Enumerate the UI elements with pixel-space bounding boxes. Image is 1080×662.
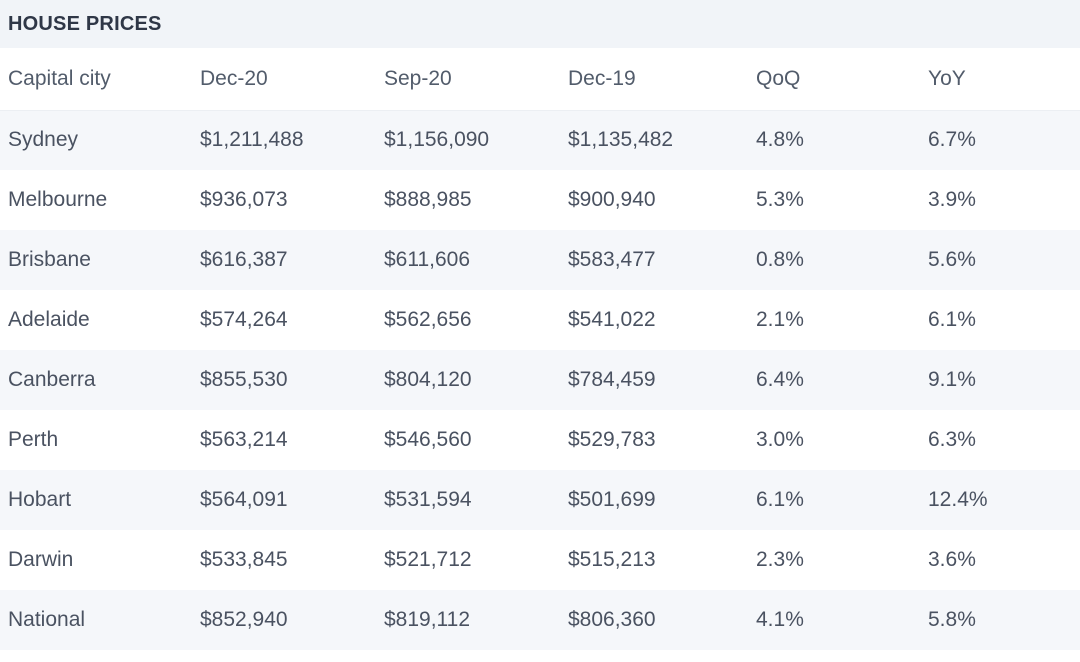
cell-dec20: $1,211,488 bbox=[200, 128, 304, 152]
cell-sep20: $546,560 bbox=[384, 428, 472, 451]
table-header-row: Capital city Dec-20 Sep-20 Dec-19 QoQ Yo… bbox=[0, 48, 1080, 111]
cell-dec20: $574,264 bbox=[200, 308, 288, 331]
table-row: Canberra $855,530 $804,120 $784,459 6.4% 9.1% bbox=[0, 350, 1080, 410]
cell-sep20: $521,712 bbox=[384, 548, 472, 571]
cell-dec19: $784,459 bbox=[568, 368, 656, 391]
cell-dec19: $806,360 bbox=[568, 608, 656, 631]
cell-qoq: 2.1% bbox=[756, 308, 804, 331]
house-prices-table: Capital city Dec-20 Sep-20 Dec-19 QoQ Yo… bbox=[0, 48, 1080, 650]
cell-dec19: $541,022 bbox=[568, 308, 656, 331]
cell-dec19: $529,783 bbox=[568, 428, 656, 451]
column-header-dec19[interactable]: Dec-19 bbox=[560, 48, 748, 111]
table-row: Hobart $564,091 $531,594 $501,699 6.1% 12.4% bbox=[0, 470, 1080, 530]
cell-dec20: $533,845 bbox=[200, 548, 288, 571]
page-title: HOUSE PRICES bbox=[8, 12, 162, 35]
cell-qoq: 5.3% bbox=[756, 188, 804, 211]
panel-title-band: HOUSE PRICES bbox=[0, 0, 1080, 48]
column-header-yoy[interactable]: YoY bbox=[920, 48, 1080, 111]
column-header-sep20[interactable]: Sep-20 bbox=[376, 48, 560, 111]
cell-dec19: $515,213 bbox=[568, 548, 656, 571]
cell-yoy: 6.7% bbox=[928, 128, 976, 152]
table-row: Melbourne $936,073 $888,985 $900,940 5.3% 3.9… bbox=[0, 170, 1080, 230]
table-header: Capital city Dec-20 Sep-20 Dec-19 QoQ Yo… bbox=[0, 48, 1080, 111]
cell-dec19: $900,940 bbox=[568, 188, 656, 211]
cell-yoy: 5.8% bbox=[928, 608, 976, 631]
cell-sep20: $611,606 bbox=[384, 248, 471, 271]
table-row: Darwin $533,845 $521,712 $515,213 2.3% 3.6% bbox=[0, 530, 1080, 590]
cell-yoy: 6.1% bbox=[928, 308, 976, 331]
cell-sep20: $562,656 bbox=[384, 308, 472, 331]
cell-yoy: 12.4% bbox=[928, 488, 988, 511]
cell-dec20: $855,530 bbox=[200, 368, 288, 391]
cell-dec19: $1,135,482 bbox=[568, 128, 674, 152]
table-row: National $852,940 $819,112 $806,360 4.1% 5.8% bbox=[0, 590, 1080, 650]
cell-city: Hobart bbox=[8, 488, 72, 511]
cell-sep20: $531,594 bbox=[384, 488, 472, 511]
table-body: Sydney $1,211,488 $1,156,090 $1,135,482 4.8%… bbox=[0, 110, 1080, 650]
cell-dec20: $564,091 bbox=[200, 488, 288, 511]
cell-qoq: 4.1% bbox=[756, 608, 804, 631]
house-prices-panel: HOUSE PRICES Capital city Dec-20 Sep-20 … bbox=[0, 0, 1080, 662]
cell-city: Perth bbox=[8, 428, 59, 451]
cell-yoy: 6.3% bbox=[928, 428, 976, 451]
cell-qoq: 2.3% bbox=[756, 548, 804, 571]
cell-qoq: 4.8% bbox=[756, 128, 804, 152]
cell-sep20: $1,156,090 bbox=[384, 128, 490, 152]
table-row: Sydney $1,211,488 $1,156,090 $1,135,482 4.8%… bbox=[0, 110, 1080, 170]
cell-yoy: 9.1% bbox=[928, 368, 976, 391]
table-row: Brisbane $616,387 $611,606 $583,477 0.8% 5.6% bbox=[0, 230, 1080, 290]
cell-qoq: 6.1% bbox=[756, 488, 804, 511]
cell-city: Canberra bbox=[8, 368, 96, 391]
cell-dec20: $936,073 bbox=[200, 188, 288, 211]
cell-city: Adelaide bbox=[8, 308, 90, 331]
cell-dec19: $583,477 bbox=[568, 248, 656, 271]
cell-dec20: $563,214 bbox=[200, 428, 288, 451]
cell-city: Melbourne bbox=[8, 188, 108, 211]
cell-dec20: $852,940 bbox=[200, 608, 288, 631]
cell-qoq: 0.8% bbox=[756, 248, 804, 271]
table-row: Perth $563,214 $546,560 $529,783 3.0% 6.3% bbox=[0, 410, 1080, 470]
cell-yoy: 5.6% bbox=[928, 248, 976, 271]
column-header-city[interactable]: Capital city bbox=[0, 48, 192, 111]
cell-yoy: 3.6% bbox=[928, 548, 976, 571]
cell-city: Sydney bbox=[8, 128, 79, 152]
cell-qoq: 6.4% bbox=[756, 368, 804, 391]
column-header-qoq[interactable]: QoQ bbox=[748, 48, 920, 111]
cell-sep20: $804,120 bbox=[384, 368, 472, 391]
cell-dec20: $616,387 bbox=[200, 248, 288, 271]
cell-sep20: $888,985 bbox=[384, 188, 472, 211]
cell-yoy: 3.9% bbox=[928, 188, 976, 211]
column-header-dec20[interactable]: Dec-20 bbox=[192, 48, 376, 111]
cell-city: National bbox=[8, 608, 86, 631]
cell-sep20: $819,112 bbox=[384, 608, 471, 631]
cell-city: Darwin bbox=[8, 548, 74, 571]
cell-qoq: 3.0% bbox=[756, 428, 804, 451]
cell-dec19: $501,699 bbox=[568, 488, 656, 511]
table-row: Adelaide $574,264 $562,656 $541,022 2.1% 6.1% bbox=[0, 290, 1080, 350]
cell-city: Brisbane bbox=[8, 248, 91, 271]
